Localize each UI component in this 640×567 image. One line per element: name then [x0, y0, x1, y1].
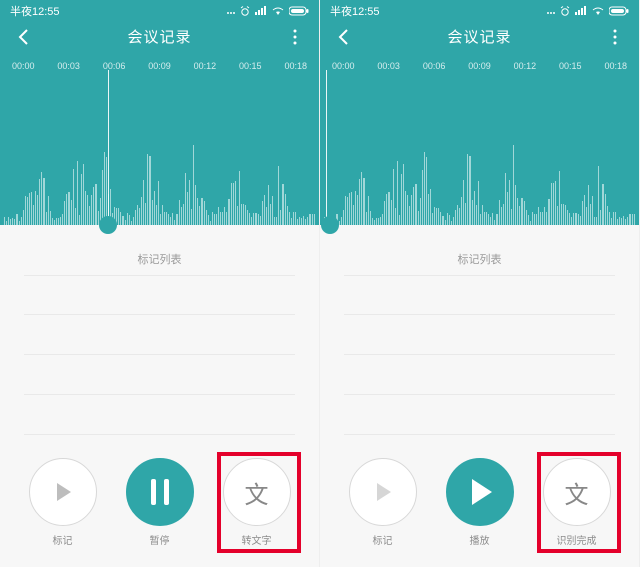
back-icon[interactable] — [14, 27, 34, 47]
timeline-ruler: 00:00 00:03 00:06 00:09 00:12 00:15 00:1… — [320, 61, 639, 71]
battery-icon — [609, 6, 629, 16]
list-item — [24, 355, 295, 395]
mark-label: 标记 — [53, 532, 73, 547]
navbar: 会议记录 — [320, 20, 639, 57]
page-title: 会议记录 — [354, 26, 605, 47]
playhead-line[interactable] — [326, 70, 327, 225]
flag-icon — [377, 483, 391, 501]
signal-dots-icon — [227, 7, 235, 15]
alarm-icon — [559, 6, 571, 16]
recorder-header: 半夜12:55 会议记录 00:00 00:03 00:06 00:09 00 — [0, 0, 319, 225]
list-item — [24, 315, 295, 355]
timeline-tick: 00:09 — [468, 61, 491, 71]
signal-dots-icon — [547, 7, 555, 15]
playhead-line[interactable] — [108, 70, 109, 225]
timeline-tick: 00:03 — [57, 61, 80, 71]
back-icon[interactable] — [334, 27, 354, 47]
status-icons — [547, 6, 629, 16]
list-item — [24, 275, 295, 315]
recorder-header: 半夜12:55 会议记录 00:00 00:03 00:06 00:09 00 — [320, 0, 639, 225]
mark-button[interactable]: 标记 — [349, 458, 417, 547]
waveform[interactable] — [0, 105, 319, 225]
text-icon: 文 — [245, 475, 269, 510]
play-button[interactable]: 播放 — [446, 458, 514, 547]
list-item — [344, 355, 615, 395]
flag-icon — [57, 483, 71, 501]
list-item — [344, 315, 615, 355]
wifi-icon — [591, 6, 605, 16]
navbar: 会议记录 — [0, 20, 319, 57]
waveform[interactable] — [320, 105, 639, 225]
timeline-tick: 00:15 — [239, 61, 262, 71]
mark-button[interactable]: 标记 — [29, 458, 97, 547]
center-label: 暂停 — [150, 532, 170, 547]
status-bar: 半夜12:55 — [0, 0, 319, 20]
timeline-tick: 00:00 — [12, 61, 35, 71]
timeline-tick: 00:18 — [284, 61, 307, 71]
mark-list — [320, 275, 639, 448]
text-label: 转文字 — [242, 532, 272, 547]
lower-panel: 标记列表 标记 播放 文 识别完成 — [320, 225, 639, 567]
alarm-icon — [239, 6, 251, 16]
timeline-tick: 00:06 — [423, 61, 446, 71]
mark-list-label: 标记列表 — [320, 251, 639, 267]
mark-list-label: 标记列表 — [0, 251, 319, 267]
signal-icon — [575, 6, 587, 16]
list-item — [344, 395, 615, 435]
center-label: 播放 — [470, 532, 490, 547]
status-time: 半夜12:55 — [10, 3, 60, 19]
status-icons — [227, 6, 309, 16]
mark-list — [0, 275, 319, 448]
pause-button[interactable]: 暂停 — [126, 458, 194, 547]
timeline-tick: 00:09 — [148, 61, 171, 71]
more-icon[interactable] — [285, 27, 305, 47]
wifi-icon — [271, 6, 285, 16]
page-title: 会议记录 — [34, 26, 285, 47]
pause-icon — [151, 479, 169, 505]
play-icon — [472, 479, 492, 505]
timeline-tick: 00:12 — [514, 61, 537, 71]
phone-screen-left: 半夜12:55 会议记录 00:00 00:03 00:06 00:09 00 — [0, 0, 320, 567]
playhead-dot[interactable] — [99, 216, 117, 234]
timeline-tick: 00:00 — [332, 61, 355, 71]
list-item — [344, 275, 615, 315]
status-bar: 半夜12:55 — [320, 0, 639, 20]
phone-screen-right: 半夜12:55 会议记录 00:00 00:03 00:06 00:09 00 — [320, 0, 640, 567]
controls-bar: 标记 暂停 文 转文字 — [0, 448, 319, 567]
timeline-tick: 00:18 — [604, 61, 627, 71]
timeline-tick: 00:03 — [377, 61, 400, 71]
transcribe-button[interactable]: 文 识别完成 — [543, 458, 611, 547]
timeline-tick: 00:06 — [103, 61, 126, 71]
lower-panel: 标记列表 标记 暂停 文 转文字 — [0, 225, 319, 567]
timeline-tick: 00:12 — [194, 61, 217, 71]
battery-icon — [289, 6, 309, 16]
transcribe-button[interactable]: 文 转文字 — [223, 458, 291, 547]
more-icon[interactable] — [605, 27, 625, 47]
text-icon: 文 — [565, 475, 589, 510]
mark-label: 标记 — [373, 532, 393, 547]
status-time: 半夜12:55 — [330, 3, 380, 19]
controls-bar: 标记 播放 文 识别完成 — [320, 448, 639, 567]
playhead-dot[interactable] — [321, 216, 339, 234]
list-item — [24, 395, 295, 435]
timeline-ruler: 00:00 00:03 00:06 00:09 00:12 00:15 00:1… — [0, 61, 319, 71]
timeline-tick: 00:15 — [559, 61, 582, 71]
text-label: 识别完成 — [557, 532, 597, 547]
signal-icon — [255, 6, 267, 16]
